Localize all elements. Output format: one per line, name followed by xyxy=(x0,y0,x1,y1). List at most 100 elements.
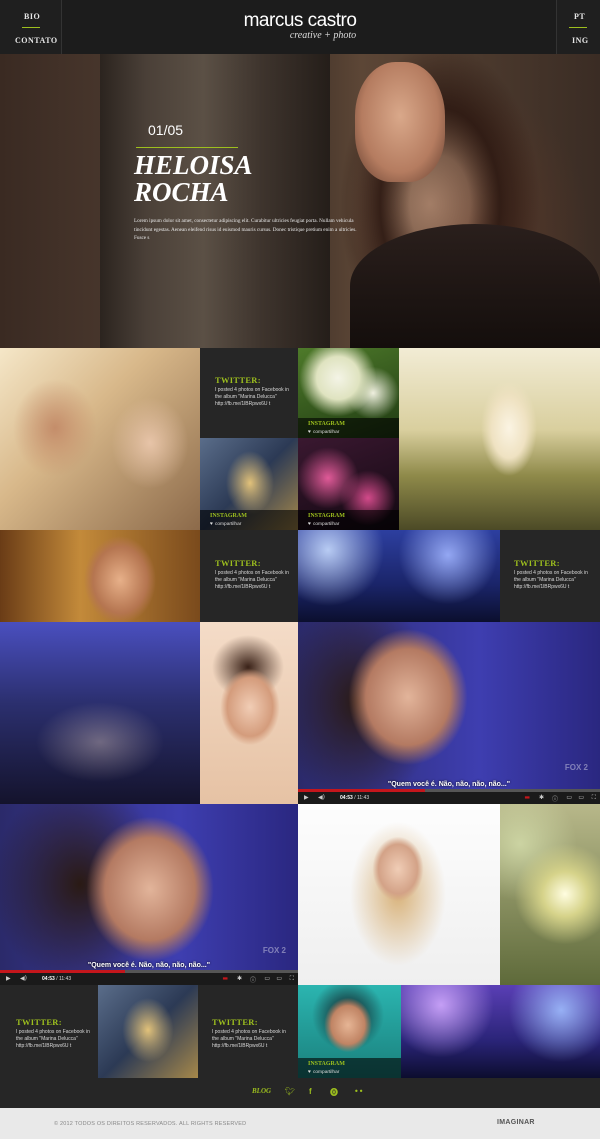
instagram-share-label: compartilhar xyxy=(312,522,340,527)
site-logo[interactable]: marcus castro xyxy=(0,10,600,32)
instagram-bar: INSTAGRAM ♥ compartilhar xyxy=(298,510,399,530)
instagram-sunglasses[interactable]: INSTAGRAM ♥ compartilhar xyxy=(298,985,401,1078)
instagram-title: INSTAGRAM xyxy=(308,1061,345,1067)
twitter-card[interactable]: TWITTER: I posted 4 photos on Facebook i… xyxy=(200,348,298,438)
twitter-text: I posted 4 photos on Facebook in the alb… xyxy=(215,387,289,407)
instagram-share[interactable]: ♥ compartilhar xyxy=(308,1069,339,1075)
video-time: 04:53 / 11:43 xyxy=(340,795,369,801)
copyright-text: © 2012 TODOS OS DIREITOS RESERVADOS. ALL… xyxy=(54,1121,247,1127)
instagram-bar: INSTAGRAM ♥ compartilhar xyxy=(200,510,298,530)
time-current: 04:53 xyxy=(42,976,55,982)
twitter-card[interactable]: TWITTER: I posted 4 photos on Facebook i… xyxy=(500,530,600,622)
instagram-title: INSTAGRAM xyxy=(308,513,345,519)
hero-image-jacket xyxy=(350,224,600,348)
video-controls: ▶ ◀) 04:53 / 11:43 ▬ ✱ ⓘ ▭ ▭ ⛶ xyxy=(0,973,298,985)
instagram-white-flowers[interactable]: INSTAGRAM ♥ compartilhar xyxy=(298,348,399,438)
photo-band-group[interactable] xyxy=(0,622,200,804)
video-caption: "Quem você é. Não, não, não, não..." xyxy=(387,781,511,788)
captions-icon[interactable]: ▬ xyxy=(222,975,228,982)
site-header: BIO CONTATO marcus castro creative + pho… xyxy=(0,0,600,54)
instagram-share[interactable]: ♥ compartilhar xyxy=(210,521,241,527)
facebook-icon[interactable]: f xyxy=(309,1087,312,1096)
lang-pt-link[interactable]: PT xyxy=(574,12,585,21)
photo-smiling-woman[interactable] xyxy=(0,530,200,622)
photo-veil-portrait[interactable] xyxy=(200,622,298,804)
video-player[interactable]: FOX 2 "Quem você é. Não, não, não, não..… xyxy=(0,804,298,985)
twitter-text: I posted 4 photos on Facebook in the alb… xyxy=(212,1029,286,1049)
twitter-title: TWITTER: xyxy=(514,558,560,568)
captions-icon[interactable]: ▬ xyxy=(524,794,530,801)
photo-sketch-portrait[interactable] xyxy=(98,985,198,1078)
time-current: 04:53 xyxy=(340,795,353,801)
agency-logo[interactable]: IMAGINAR xyxy=(497,1119,535,1126)
time-total: / 11:43 xyxy=(56,976,72,982)
heart-icon: ♥ xyxy=(308,521,311,527)
volume-icon[interactable]: ◀) xyxy=(318,794,325,801)
miniplayer-icon[interactable]: ▭ xyxy=(566,794,572,801)
heart-icon: ♥ xyxy=(308,1069,311,1075)
instagram-share-label: compartilhar xyxy=(214,522,242,527)
video-caption: "Quem você é. Não, não, não, não..." xyxy=(87,962,211,969)
video-controls: ▶ ◀) 04:53 / 11:43 ▬ ✱ ⓘ ▭ ▭ ⛶ xyxy=(298,792,600,804)
hero-slider[interactable]: 01/05 HELOISA ROCHA Lorem ipsum dolor si… xyxy=(0,54,600,348)
twitter-title: TWITTER: xyxy=(215,558,261,568)
site-footer: © 2012 TODOS OS DIREITOS RESERVADOS. ALL… xyxy=(0,1108,600,1139)
photo-concert-stage[interactable] xyxy=(401,985,600,1078)
fox-watermark: FOX 2 xyxy=(564,763,588,772)
photo-bokeh-lights[interactable] xyxy=(500,804,600,985)
video-time: 04:53 / 11:43 xyxy=(42,976,71,982)
pinterest-icon[interactable]: ⓿ xyxy=(330,1087,338,1098)
slide-title-line2: ROCHA xyxy=(134,177,229,207)
play-icon[interactable]: ▶ xyxy=(304,794,309,801)
twitter-title: TWITTER: xyxy=(215,375,261,385)
fox-watermark: FOX 2 xyxy=(262,946,286,955)
slide-description: Lorem ipsum dolor sit amet, consectetur … xyxy=(134,218,357,241)
slide-counter: 01/05 xyxy=(148,122,184,138)
hero-image-face xyxy=(355,62,445,182)
twitter-title: TWITTER: xyxy=(212,1017,258,1027)
lang-ing-link[interactable]: ING xyxy=(572,36,589,45)
slide-title: HELOISA ROCHA xyxy=(134,152,334,206)
twitter-card[interactable]: TWITTER: I posted 4 photos on Facebook i… xyxy=(198,985,298,1078)
instagram-title: INSTAGRAM xyxy=(210,513,247,519)
widescreen-icon[interactable]: ▭ xyxy=(578,794,584,801)
photo-blonde-fur-hood[interactable] xyxy=(298,804,500,985)
blog-link[interactable]: BLOG xyxy=(252,1087,271,1095)
info-icon[interactable]: ⓘ xyxy=(250,975,256,984)
miniplayer-icon[interactable]: ▭ xyxy=(264,975,270,982)
twitter-card[interactable]: TWITTER: I posted 4 photos on Facebook i… xyxy=(200,530,298,622)
instagram-bar: INSTAGRAM ♥ compartilhar xyxy=(298,418,399,438)
slide-counter-line xyxy=(136,147,238,148)
photo-couple-kiss[interactable] xyxy=(0,348,200,530)
gear-icon[interactable]: ✱ xyxy=(539,794,544,801)
play-icon[interactable]: ▶ xyxy=(6,975,11,982)
gear-icon[interactable]: ✱ xyxy=(237,975,242,982)
instagram-bar: INSTAGRAM ♥ compartilhar xyxy=(298,1058,401,1078)
volume-icon[interactable]: ◀) xyxy=(20,975,27,982)
twitter-icon[interactable]: 🐦︎ xyxy=(285,1087,295,1096)
lang-divider xyxy=(569,27,587,28)
info-icon[interactable]: ⓘ xyxy=(552,794,558,803)
instagram-sketch-portrait[interactable]: INSTAGRAM ♥ compartilhar xyxy=(200,438,298,530)
photo-concert-stage[interactable] xyxy=(298,530,500,622)
social-links: BLOG 🐦︎ f ⓿ •• xyxy=(0,1078,600,1108)
instagram-share[interactable]: ♥ compartilhar xyxy=(308,429,339,435)
instagram-title: INSTAGRAM xyxy=(308,421,345,427)
twitter-text: I posted 4 photos on Facebook in the alb… xyxy=(215,570,289,590)
flickr-icon[interactable]: •• xyxy=(354,1087,363,1096)
heart-icon: ♥ xyxy=(210,521,213,527)
instagram-share-label: compartilhar xyxy=(312,430,340,435)
twitter-text: I posted 4 photos on Facebook in the alb… xyxy=(514,570,588,590)
video-player[interactable]: FOX 2 "Quem você é. Não, não, não, não..… xyxy=(298,622,600,804)
instagram-pink-flowers[interactable]: INSTAGRAM ♥ compartilhar xyxy=(298,438,399,530)
twitter-text: I posted 4 photos on Facebook in the alb… xyxy=(16,1029,90,1049)
twitter-card[interactable]: TWITTER: I posted 4 photos on Facebook i… xyxy=(0,985,98,1078)
instagram-share-label: compartilhar xyxy=(312,1070,340,1075)
widescreen-icon[interactable]: ▭ xyxy=(276,975,282,982)
photo-white-dress-field[interactable] xyxy=(399,348,600,530)
fullscreen-icon[interactable]: ⛶ xyxy=(592,794,596,802)
instagram-share[interactable]: ♥ compartilhar xyxy=(308,521,339,527)
time-total: / 11:43 xyxy=(354,795,370,801)
fullscreen-icon[interactable]: ⛶ xyxy=(290,975,294,983)
twitter-title: TWITTER: xyxy=(16,1017,62,1027)
